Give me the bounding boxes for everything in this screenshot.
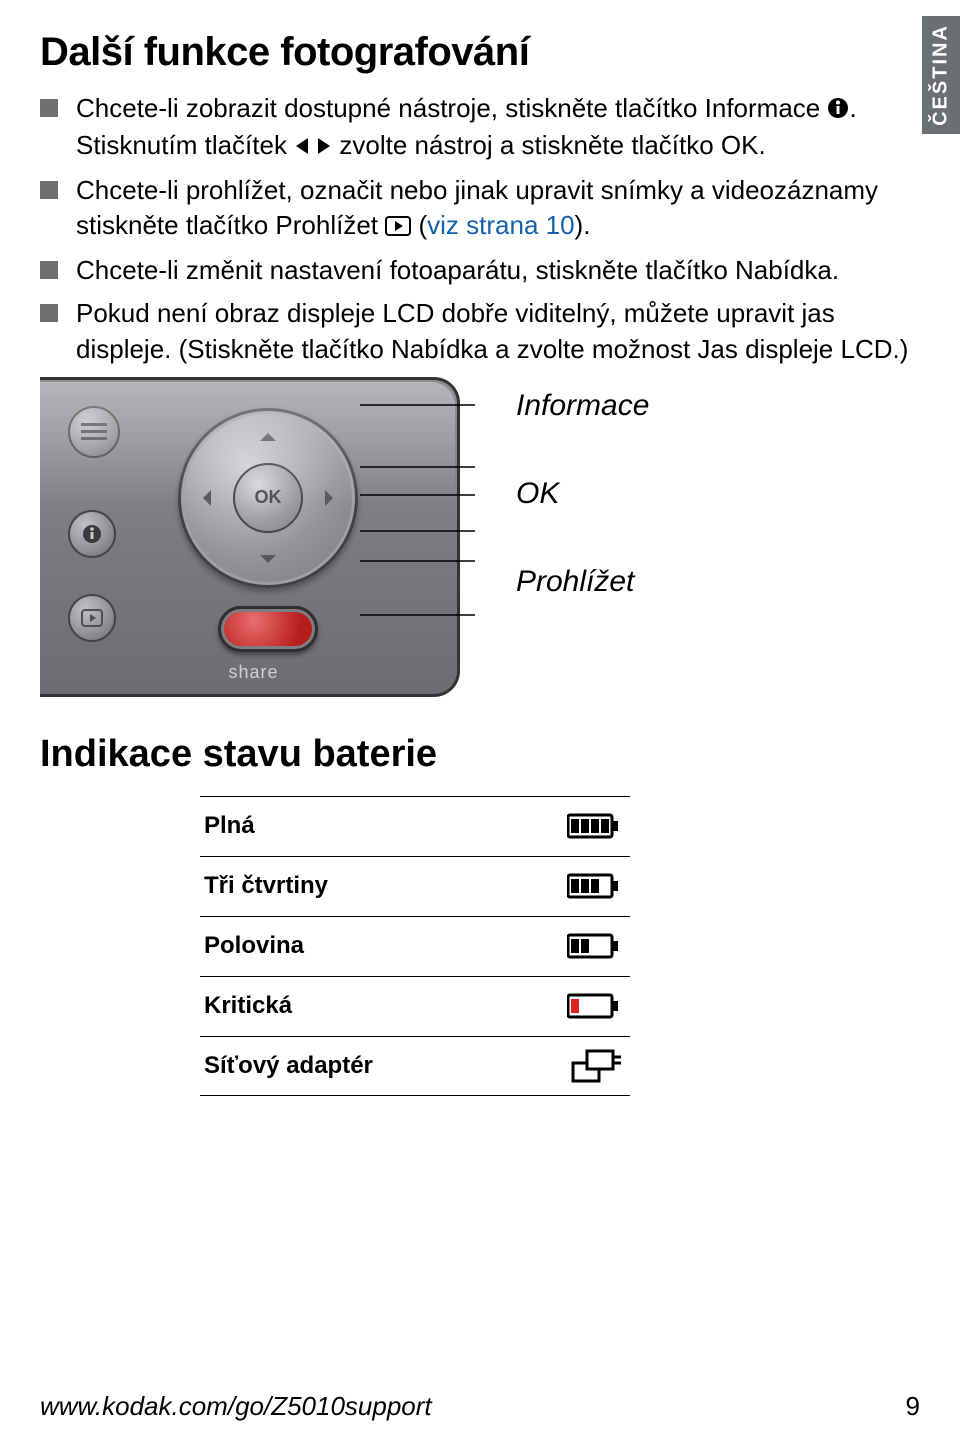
page-footer: www.kodak.com/go/Z5010support 9 bbox=[40, 1391, 920, 1422]
callout-ok: OK bbox=[516, 477, 649, 511]
battery-row: Síťový adaptér bbox=[200, 1036, 630, 1096]
bullet-text: zvolte nástroj a stiskněte tlačítko OK. bbox=[332, 130, 766, 160]
battery-row: Polovina bbox=[200, 916, 630, 976]
dpad: OK bbox=[178, 408, 358, 588]
play-icon bbox=[385, 210, 411, 245]
battery-icon bbox=[560, 871, 630, 901]
battery-row: Tři čtvrtiny bbox=[200, 856, 630, 916]
bullet-square-icon bbox=[40, 99, 58, 117]
page-number: 9 bbox=[906, 1391, 920, 1422]
menu-button-icon bbox=[68, 406, 120, 458]
battery-heading: Indikace stavu baterie bbox=[40, 733, 920, 776]
battery-label: Kritická bbox=[200, 992, 560, 1020]
dpad-down-icon bbox=[260, 555, 276, 571]
battery-table: Plná Tři čtvrtiny Polovina Kritická Síťový a… bbox=[200, 796, 630, 1096]
battery-icon bbox=[560, 931, 630, 961]
battery-row: Kritická bbox=[200, 976, 630, 1036]
battery-row: Plná bbox=[200, 796, 630, 856]
battery-icon bbox=[560, 991, 630, 1021]
dpad-left-icon bbox=[195, 490, 211, 506]
battery-icon bbox=[560, 811, 630, 841]
bullet-text: ( bbox=[411, 210, 427, 240]
lead-lines bbox=[360, 377, 480, 697]
info-button-icon bbox=[68, 510, 116, 558]
dpad-right-icon bbox=[325, 490, 341, 506]
ok-button: OK bbox=[233, 463, 303, 533]
battery-label: Síťový adaptér bbox=[200, 1052, 560, 1080]
info-icon bbox=[827, 93, 849, 128]
bullet-item: Chcete-li zobrazit dostupné nástroje, st… bbox=[40, 91, 920, 165]
page-ref-link[interactable]: viz strana 10 bbox=[427, 210, 574, 240]
callout-labels: Informace OK Prohlížet bbox=[516, 377, 649, 653]
bullet-text: Chcete-li zobrazit dostupné nástroje, st… bbox=[76, 93, 827, 123]
language-tab: ČEŠTINA bbox=[922, 16, 960, 134]
record-button-icon bbox=[218, 606, 318, 652]
bullet-text: ). bbox=[575, 210, 591, 240]
callout-info: Informace bbox=[516, 389, 649, 423]
footer-url: www.kodak.com/go/Z5010support bbox=[40, 1391, 432, 1422]
bullet-square-icon bbox=[40, 304, 58, 322]
bullet-text: Chcete-li změnit nastavení fotoaparátu, … bbox=[76, 253, 920, 288]
adapter-icon bbox=[560, 1049, 630, 1083]
battery-label: Polovina bbox=[200, 932, 560, 960]
dpad-up-icon bbox=[260, 425, 276, 441]
share-label: share bbox=[229, 662, 279, 683]
camera-diagram: OK share Informace OK Prohlížet bbox=[40, 377, 920, 697]
bullet-item: Chcete-li prohlížet, označit nebo jinak … bbox=[40, 173, 920, 245]
battery-label: Tři čtvrtiny bbox=[200, 872, 560, 900]
bullet-list: Chcete-li zobrazit dostupné nástroje, st… bbox=[40, 91, 920, 367]
battery-label: Plná bbox=[200, 812, 560, 840]
bullet-item: Pokud není obraz displeje LCD dobře vidi… bbox=[40, 296, 920, 366]
callout-review: Prohlížet bbox=[516, 565, 649, 599]
bullet-square-icon bbox=[40, 181, 58, 199]
bullet-item: Chcete-li změnit nastavení fotoaparátu, … bbox=[40, 253, 920, 288]
bullet-text: Pokud není obraz displeje LCD dobře vidi… bbox=[76, 296, 920, 366]
page-title: Další funkce fotografování bbox=[40, 30, 920, 75]
language-tab-label: ČEŠTINA bbox=[930, 24, 953, 126]
play-button-icon bbox=[68, 594, 116, 642]
left-right-arrows-icon bbox=[294, 130, 332, 165]
bullet-square-icon bbox=[40, 261, 58, 279]
